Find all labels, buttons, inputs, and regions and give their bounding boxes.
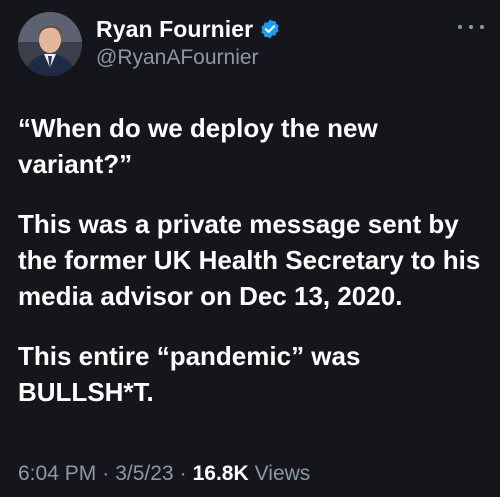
tweet-text: “When do we deploy the new variant?” Thi… xyxy=(18,110,488,434)
tweet-card: Ryan Fournier @RyanAFournier “When do we… xyxy=(0,0,500,497)
name-row: Ryan Fournier xyxy=(96,14,281,44)
tweet-paragraph-3: This entire “pandemic” was BULLSH*T. xyxy=(18,341,368,407)
verified-badge-icon xyxy=(259,18,281,40)
tweet-paragraph-2: This was a private message sent by the f… xyxy=(18,209,488,311)
views-label: Views xyxy=(254,462,311,485)
views-count: 16.8K xyxy=(192,462,249,485)
meta-separator: · xyxy=(179,462,187,485)
more-dot xyxy=(480,25,484,29)
avatar[interactable] xyxy=(18,12,82,76)
tweet-meta: 6:04 PM · 3/5/23 · 16.8K Views xyxy=(18,462,310,486)
author-handle[interactable]: @RyanAFournier xyxy=(96,46,281,70)
author-display-name[interactable]: Ryan Fournier xyxy=(96,16,253,43)
avatar-image xyxy=(18,12,82,76)
meta-separator: · xyxy=(102,462,110,485)
tweet-time[interactable]: 6:04 PM xyxy=(18,462,96,486)
more-dot xyxy=(469,25,473,29)
more-dot xyxy=(458,25,462,29)
tweet-header: Ryan Fournier @RyanAFournier xyxy=(18,12,281,76)
tweet-date[interactable]: 3/5/23 xyxy=(115,462,173,486)
more-horizontal-icon[interactable] xyxy=(458,22,484,32)
author-info: Ryan Fournier @RyanAFournier xyxy=(96,14,281,70)
tweet-paragraph-1: “When do we deploy the new variant?” xyxy=(18,113,385,179)
